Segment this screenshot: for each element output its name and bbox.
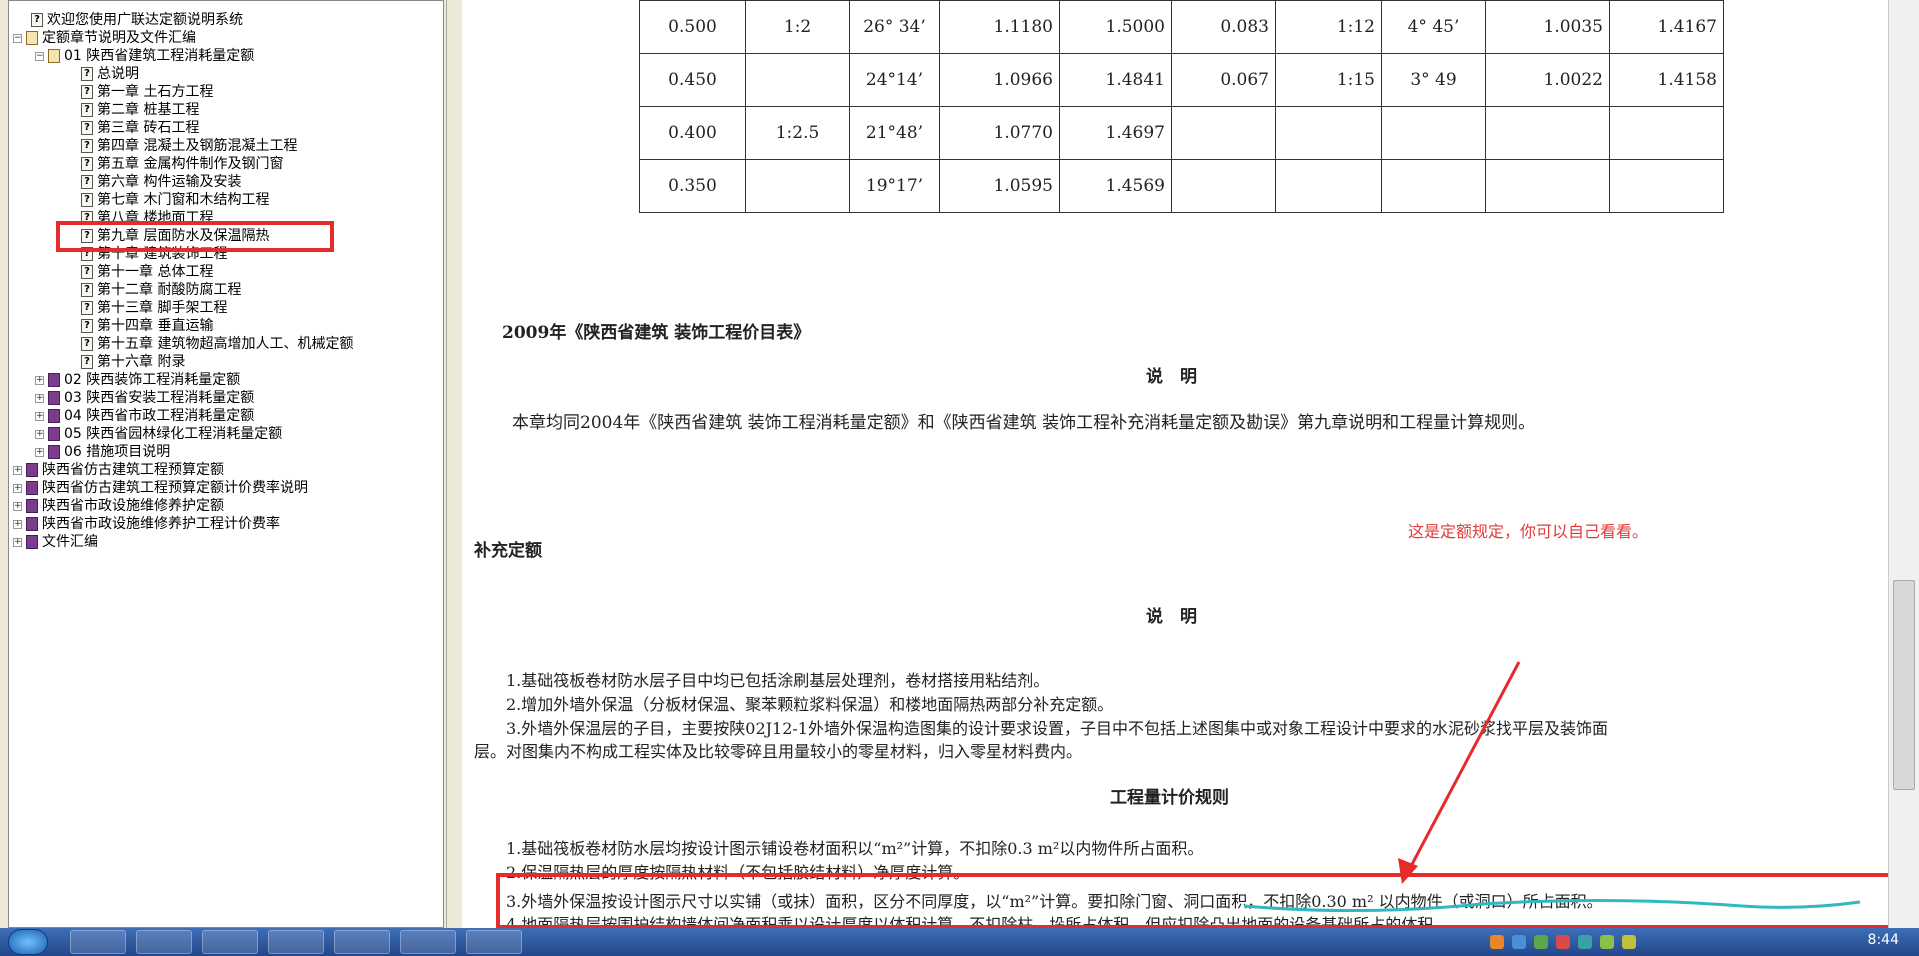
- tree-group[interactable]: +02 陕西装饰工程消耗量定额: [35, 371, 240, 389]
- tree-chapter[interactable]: ? 第七章 木门窗和木结构工程: [81, 191, 269, 209]
- arrow-shaft: [1407, 661, 1521, 871]
- tray-icon[interactable]: [1534, 935, 1548, 949]
- book-icon: [26, 517, 38, 531]
- tree-group[interactable]: + 陕西省市政设施维修养护定额: [13, 497, 224, 515]
- help-topic-icon: ?: [81, 67, 93, 81]
- expand-icon[interactable]: +: [13, 537, 22, 547]
- help-topic-icon: ?: [81, 193, 93, 207]
- tree-group[interactable]: + 文件汇编: [13, 533, 98, 551]
- help-topic-icon: ?: [81, 283, 93, 297]
- expand-icon[interactable]: +: [35, 411, 44, 421]
- tree-chapter[interactable]: ? 第二章 桩基工程: [81, 101, 199, 119]
- help-topic-icon: ?: [81, 103, 93, 117]
- tree-chapter[interactable]: ? 第十四章 垂直运输: [81, 317, 213, 335]
- screen: ? 欢迎您使用广联达定额说明系统 − 定额章节说明及文件汇编 −01 陕西省建筑工程…: [0, 0, 1919, 956]
- help-topic-icon: ?: [81, 85, 93, 99]
- tree-chapter[interactable]: ? 总说明: [81, 65, 139, 83]
- tray-icon[interactable]: [1512, 935, 1526, 949]
- annotation-highlight-box: [496, 873, 1888, 928]
- tree-chapter[interactable]: ? 第十六章 附录: [81, 353, 185, 371]
- book-icon: [48, 427, 60, 441]
- help-topic-icon: ?: [31, 13, 43, 27]
- tray-icon[interactable]: [1622, 935, 1636, 949]
- expand-icon[interactable]: +: [35, 375, 44, 385]
- help-topic-icon: ?: [81, 265, 93, 279]
- book-icon: [48, 445, 60, 459]
- taskbar: 8:44: [0, 928, 1919, 956]
- tree-chapter[interactable]: ? 第四章 混凝土及钢筋混凝土工程: [81, 137, 297, 155]
- tree-chapter[interactable]: ? 第十五章 建筑物超高增加人工、机械定额: [81, 335, 353, 353]
- tree-chapter[interactable]: ? 第十二章 耐酸防腐工程: [81, 281, 241, 299]
- tree-group[interactable]: +03 陕西省安装工程消耗量定额: [35, 389, 254, 407]
- tree-item-section[interactable]: − 定额章节说明及文件汇编: [13, 29, 196, 47]
- help-topic-icon: ?: [81, 175, 93, 189]
- tray-icon[interactable]: [1556, 935, 1570, 949]
- annotation-highlight-box: [56, 221, 334, 252]
- vertical-scrollbar[interactable]: [1888, 0, 1919, 928]
- document-view: 0.500 1:2 26° 34’ 1.1180 1.5000 0.083 1:…: [462, 0, 1888, 928]
- help-topic-icon: ?: [81, 355, 93, 369]
- tree-group[interactable]: +04 陕西省市政工程消耗量定额: [35, 407, 254, 425]
- tray-icon[interactable]: [1600, 935, 1614, 949]
- book-icon: [48, 409, 60, 423]
- expand-icon[interactable]: +: [35, 447, 44, 457]
- book-icon: [26, 499, 38, 513]
- chapter-tree[interactable]: ? 欢迎您使用广联达定额说明系统 − 定额章节说明及文件汇编 −01 陕西省建筑工程…: [8, 0, 444, 928]
- collapse-icon[interactable]: −: [35, 51, 44, 61]
- help-topic-icon: ?: [81, 139, 93, 153]
- tray-icon[interactable]: [1578, 935, 1592, 949]
- expand-icon[interactable]: +: [35, 393, 44, 403]
- help-topic-icon: ?: [81, 157, 93, 171]
- open-book-icon: [48, 49, 60, 63]
- tree-group[interactable]: + 陕西省仿古建筑工程预算定额: [13, 461, 224, 479]
- book-icon: [26, 535, 38, 549]
- tree-chapter[interactable]: ? 第六章 构件运输及安装: [81, 173, 241, 191]
- tray-icon[interactable]: [1490, 935, 1504, 949]
- tree-group[interactable]: + 陕西省仿古建筑工程预算定额计价费率说明: [13, 479, 308, 497]
- help-topic-icon: ?: [81, 319, 93, 333]
- tree-group[interactable]: +06 措施项目说明: [35, 443, 170, 461]
- tree-item-welcome[interactable]: ? 欢迎您使用广联达定额说明系统: [31, 11, 243, 29]
- tree-group[interactable]: +05 陕西省园林绿化工程消耗量定额: [35, 425, 282, 443]
- tree-pane: ? 欢迎您使用广联达定额说明系统 − 定额章节说明及文件汇编 −01 陕西省建筑工程…: [0, 0, 446, 928]
- annotation-arrow: [1243, 661, 1861, 913]
- taskbar-app-button[interactable]: [202, 930, 258, 954]
- pane-splitter[interactable]: [446, 0, 462, 928]
- open-book-icon: [26, 31, 38, 45]
- help-topic-icon: ?: [81, 337, 93, 351]
- book-icon: [26, 481, 38, 495]
- help-topic-icon: ?: [81, 121, 93, 135]
- taskbar-app-button[interactable]: [136, 930, 192, 954]
- taskbar-app-button[interactable]: [268, 930, 324, 954]
- expand-icon[interactable]: +: [35, 429, 44, 439]
- tree-chapter[interactable]: ? 第一章 土石方工程: [81, 83, 213, 101]
- book-icon: [48, 373, 60, 387]
- taskbar-clock[interactable]: 8:44: [1868, 932, 1899, 948]
- tree-item-group01[interactable]: −01 陕西省建筑工程消耗量定额: [35, 47, 254, 65]
- tree-chapter[interactable]: ? 第十一章 总体工程: [81, 263, 213, 281]
- taskbar-app-button[interactable]: [466, 930, 522, 954]
- scroll-thumb[interactable]: [1893, 580, 1915, 790]
- expand-icon[interactable]: +: [13, 465, 22, 475]
- expand-icon[interactable]: +: [13, 501, 22, 511]
- start-button[interactable]: [8, 929, 48, 955]
- tree-chapter[interactable]: ? 第十三章 脚手架工程: [81, 299, 227, 317]
- book-icon: [26, 463, 38, 477]
- tree-group[interactable]: + 陕西省市政设施维修养护工程计价费率: [13, 515, 280, 533]
- taskbar-app-button[interactable]: [334, 930, 390, 954]
- taskbar-app-button[interactable]: [400, 930, 456, 954]
- book-icon: [48, 391, 60, 405]
- tree-chapter[interactable]: ? 第三章 砖石工程: [81, 119, 199, 137]
- expand-icon[interactable]: +: [13, 483, 22, 493]
- help-topic-icon: ?: [81, 301, 93, 315]
- expand-icon[interactable]: +: [13, 519, 22, 529]
- taskbar-app-button[interactable]: [70, 930, 126, 954]
- collapse-icon[interactable]: −: [13, 33, 22, 43]
- tree-chapter[interactable]: ? 第五章 金属构件制作及钢门窗: [81, 155, 283, 173]
